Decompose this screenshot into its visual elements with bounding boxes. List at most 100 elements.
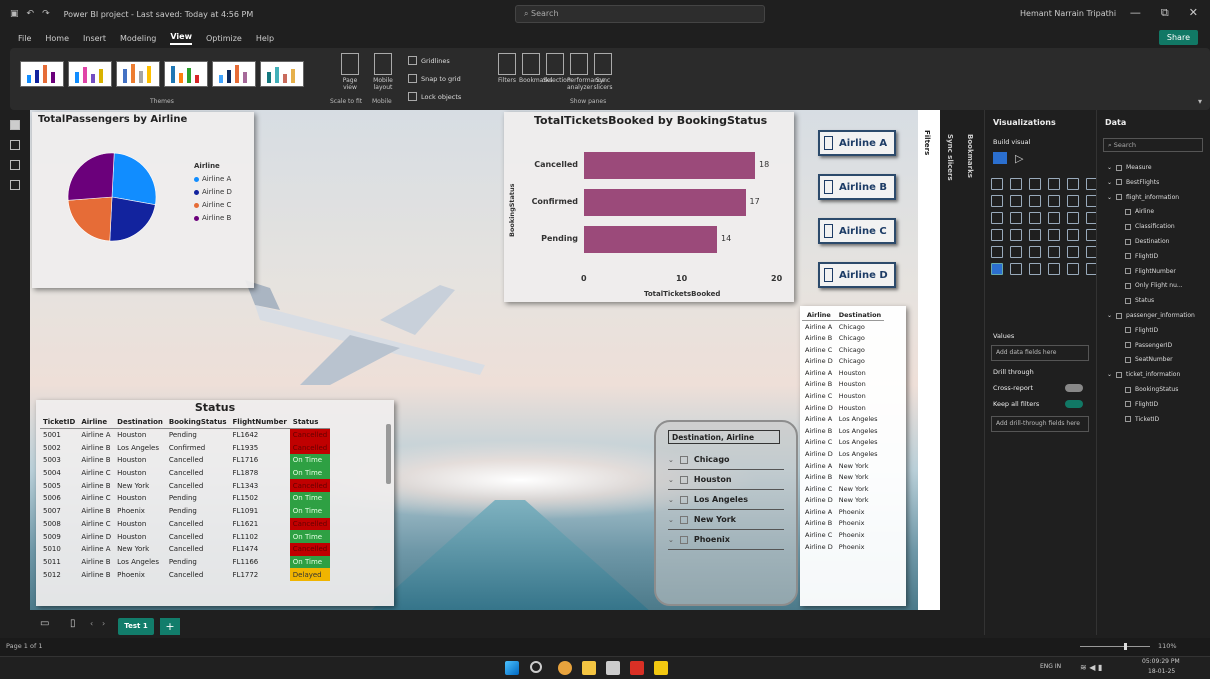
acrobat-icon[interactable] — [630, 661, 644, 675]
expand-icon[interactable]: ⌄ — [1107, 371, 1112, 378]
table-row[interactable]: Airline A Chicago — [802, 321, 884, 333]
visual-type-icon[interactable] — [1067, 178, 1079, 190]
table-row[interactable]: Airline B New York — [802, 471, 884, 483]
table-row[interactable]: Airline A New York — [802, 460, 884, 472]
pane-toggle-bookmarks[interactable]: Bookmarks — [519, 53, 553, 84]
table-item[interactable]: ⌄ ticket_information — [1107, 371, 1180, 378]
values-well[interactable]: Add data fields here — [991, 345, 1089, 361]
slicer-item[interactable]: ⌄ Chicago — [668, 450, 784, 470]
page-view-button[interactable]: Page view — [335, 53, 365, 91]
visual-type-icon[interactable] — [1029, 229, 1041, 241]
legend-item[interactable]: Airline D — [194, 188, 232, 196]
visual-type-icon[interactable] — [1010, 195, 1022, 207]
pie-slice[interactable] — [111, 152, 157, 206]
collapse-ribbon-icon[interactable]: ▾ — [1198, 97, 1202, 106]
pie-chart-visual[interactable]: TotalPassengers by Airline Airline Airli… — [32, 112, 254, 288]
language-indicator[interactable]: ENG IN — [1040, 663, 1061, 670]
clock-time[interactable]: 05:09:29 PM — [1142, 658, 1180, 665]
visual-type-icon[interactable] — [1048, 212, 1060, 224]
report-canvas[interactable]: TotalPassengers by Airline Airline Airli… — [30, 110, 918, 610]
visual-type-icon[interactable] — [1029, 195, 1041, 207]
file-explorer-icon[interactable] — [582, 661, 596, 675]
slicer-item[interactable]: ⌄ Houston — [668, 470, 784, 490]
checkbox-icon[interactable] — [679, 515, 688, 524]
pie-slice[interactable] — [109, 196, 156, 242]
table-row[interactable]: Airline C Phoenix — [802, 529, 884, 541]
visual-type-icon[interactable] — [1067, 212, 1079, 224]
table-row[interactable]: Airline C Los Angeles — [802, 437, 884, 449]
visual-type-icon[interactable] — [1029, 212, 1041, 224]
table-row[interactable]: 5002 Airline B Los Angeles Confirmed FL1935 C… — [40, 441, 331, 455]
column-header[interactable]: TicketID — [40, 416, 79, 430]
destination-airline-slicer[interactable]: Destination, Airline ⌄ Chicago ⌄ Houston ⌄ Lo… — [654, 420, 798, 606]
column-header[interactable]: Airline — [78, 416, 115, 430]
bar-chart-visual[interactable]: TotalTicketsBooked by BookingStatus Canc… — [504, 112, 794, 302]
table-item[interactable]: ⌄ flight_information — [1107, 194, 1179, 201]
theme-thumbnail[interactable] — [116, 61, 160, 87]
table-row[interactable]: Airline C New York — [802, 483, 884, 495]
mobile-layout-button[interactable]: Mobile layout — [368, 53, 398, 91]
user-name[interactable]: Hemant Narrain Tripathi — [1020, 9, 1116, 18]
field-item[interactable]: Status — [1125, 297, 1154, 304]
model-view-icon[interactable] — [10, 160, 20, 170]
field-item[interactable]: FlightID — [1125, 253, 1158, 260]
field-item[interactable]: Only Flight nu... — [1125, 282, 1183, 289]
table-view-icon[interactable] — [10, 140, 20, 150]
airline-slicer-button[interactable]: Airline D — [818, 262, 896, 288]
destination-table-visual[interactable]: Airline Destination Airline A Chicago Airli… — [800, 306, 906, 606]
prev-page-icon[interactable]: ‹ — [90, 619, 93, 628]
visual-type-icon[interactable] — [991, 229, 1003, 241]
expand-icon[interactable]: ⌄ — [1107, 164, 1112, 171]
page-tab[interactable]: Test 1 — [118, 618, 154, 635]
field-item[interactable]: BookingStatus — [1125, 386, 1178, 393]
slicer-item[interactable]: ⌄ Phoenix — [668, 530, 784, 550]
legend-item[interactable]: Airline A — [194, 175, 232, 183]
table-row[interactable]: Airline D Chicago — [802, 355, 884, 367]
column-header[interactable]: Destination — [114, 416, 166, 430]
search-icon[interactable] — [530, 661, 542, 673]
save-icon[interactable]: ▣ — [10, 9, 19, 19]
table-row[interactable]: Airline C Houston — [802, 390, 884, 402]
visual-type-icon[interactable] — [1067, 246, 1079, 258]
visual-type-icon[interactable] — [1010, 263, 1022, 275]
visual-type-icon[interactable] — [991, 195, 1003, 207]
field-item[interactable]: Destination — [1125, 238, 1169, 245]
minimize-icon[interactable]: — — [1130, 6, 1141, 20]
field-item[interactable]: PassengerID — [1125, 342, 1172, 349]
pane-toggle-performance-analyzer[interactable]: Performance analyzer — [567, 53, 605, 91]
visual-type-icon[interactable] — [1048, 246, 1060, 258]
field-item[interactable]: Airline — [1125, 208, 1154, 215]
zoom-level[interactable]: 110% — [1158, 642, 1177, 650]
column-header[interactable]: Status — [289, 416, 331, 430]
expand-icon[interactable]: ⌄ — [1107, 194, 1112, 201]
table-row[interactable]: 5004 Airline C Houston Cancelled FL1878 On Ti… — [40, 466, 331, 480]
table-row[interactable]: 5012 Airline B Phoenix Cancelled FL1772 Delay… — [40, 568, 331, 581]
airline-slicer-button[interactable]: Airline A — [818, 130, 896, 156]
field-item[interactable]: FlightID — [1125, 401, 1158, 408]
snap-checkbox[interactable]: Snap to grid — [408, 74, 461, 83]
table-row[interactable]: 5006 Airline C Houston Pending FL1502 On Time — [40, 492, 331, 505]
table-row[interactable]: Airline B Phoenix — [802, 518, 884, 530]
table-row[interactable]: 5001 Airline A Houston Pending FL1642 Cancell… — [40, 428, 331, 442]
table-row[interactable]: 5003 Airline B Houston Cancelled FL1716 On Ti… — [40, 454, 331, 467]
expand-icon[interactable]: ⌄ — [668, 536, 674, 544]
undo-icon[interactable]: ↶ — [27, 9, 35, 19]
pie-slice[interactable] — [67, 196, 113, 242]
visual-type-icon[interactable] — [1067, 263, 1079, 275]
table-item[interactable]: ⌄ passenger_information — [1107, 312, 1195, 319]
expand-icon[interactable]: ⌄ — [668, 516, 674, 524]
visual-type-icon[interactable] — [1010, 229, 1022, 241]
checkbox-icon[interactable] — [679, 535, 688, 544]
menu-modeling[interactable]: Modeling — [120, 34, 156, 43]
table-row[interactable]: Airline B Houston — [802, 379, 884, 391]
report-view-icon[interactable] — [10, 120, 20, 130]
visual-type-icon[interactable] — [1048, 195, 1060, 207]
bookmarks-tab[interactable]: Bookmarks — [966, 134, 974, 178]
wifi-icon[interactable]: ≋ ◀ ▮ — [1080, 663, 1102, 672]
menu-home[interactable]: Home — [45, 34, 69, 43]
table-row[interactable]: 5009 Airline D Houston Cancelled FL1102 On Ti… — [40, 530, 331, 543]
search-box[interactable]: ⌕ Search — [515, 5, 765, 23]
table-row[interactable]: Airline C Chicago — [802, 344, 884, 356]
expand-icon[interactable]: ⌄ — [1107, 312, 1112, 319]
cross-report-toggle[interactable] — [1065, 384, 1083, 392]
